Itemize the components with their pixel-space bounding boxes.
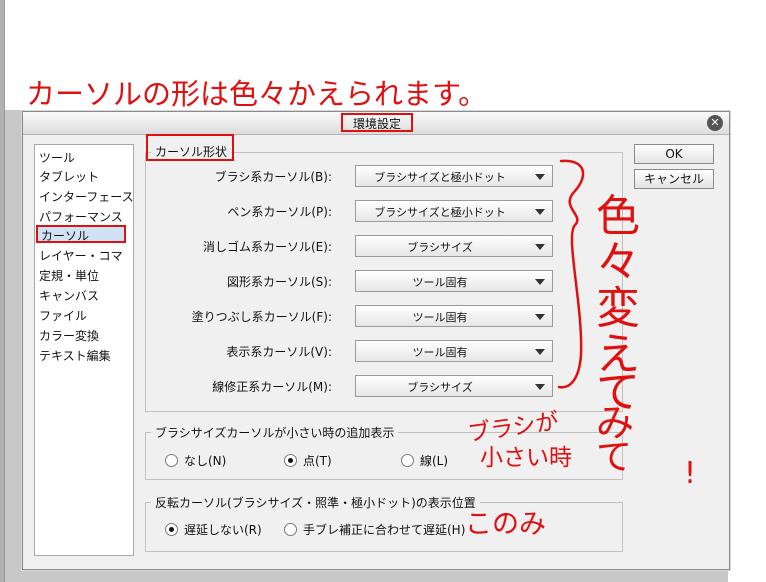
shape-cursor-select[interactable]: ツール固有 xyxy=(355,270,553,292)
dropdown-arrow-icon xyxy=(535,384,545,390)
annotation-small-brush-2: 小さい時 xyxy=(480,445,572,471)
legend-highlight-box xyxy=(146,134,234,161)
category-item-canvas[interactable]: キャンバス xyxy=(39,287,99,304)
radio-line[interactable] xyxy=(401,454,414,467)
view-cursor-label: 表示系カーソル(V): xyxy=(226,345,332,359)
select-value: ブラシサイズ xyxy=(407,241,473,254)
canvas-area-right xyxy=(728,110,766,582)
annotation-headline: カーソルの形は色々かえられます。 xyxy=(26,77,488,111)
dropdown-arrow-icon xyxy=(535,209,545,215)
category-item-performance[interactable]: パフォーマンス xyxy=(39,208,123,225)
line-correction-cursor-select[interactable]: ブラシサイズ xyxy=(355,375,553,397)
dropdown-arrow-icon xyxy=(535,279,545,285)
view-cursor-select[interactable]: ツール固有 xyxy=(355,340,553,362)
radio-line-label: 線(L) xyxy=(420,454,449,468)
category-item-tool[interactable]: ツール xyxy=(39,149,75,166)
radio-dot-label: 点(T) xyxy=(303,454,332,468)
select-value: ツール固有 xyxy=(412,276,468,289)
category-item-ruler-unit[interactable]: 定規・単位 xyxy=(39,267,99,284)
select-value: ブラシサイズと極小ドット xyxy=(374,171,506,184)
dropdown-arrow-icon xyxy=(535,349,545,355)
fill-cursor-select[interactable]: ツール固有 xyxy=(355,305,553,327)
close-icon[interactable]: ✕ xyxy=(707,115,723,131)
dropdown-arrow-icon xyxy=(535,314,545,320)
ok-button[interactable]: OK xyxy=(634,144,714,164)
brush-cursor-select[interactable]: ブラシサイズと極小ドット xyxy=(355,165,553,187)
radio-none[interactable] xyxy=(165,454,178,467)
dropdown-arrow-icon xyxy=(535,244,545,250)
small-brush-legend: ブラシサイズカーソルが小さい時の追加表示 xyxy=(151,424,399,441)
radio-no-delay[interactable] xyxy=(165,523,178,536)
select-value: ツール固有 xyxy=(412,311,468,324)
radio-none-label: なし(N) xyxy=(184,454,227,468)
dialog-titlebar[interactable]: 環境設定 ✕ xyxy=(23,112,729,135)
select-value: ブラシサイズ xyxy=(407,381,473,394)
annotation-brace xyxy=(557,159,585,389)
eraser-cursor-select[interactable]: ブラシサイズ xyxy=(355,235,553,257)
pen-cursor-select[interactable]: ブラシサイズと極小ドット xyxy=(355,200,553,222)
radio-delay-stabilize-label: 手ブレ補正に合わせて遅延(H) xyxy=(303,523,466,537)
radio-delay-stabilize[interactable] xyxy=(284,523,297,536)
select-value: ブラシサイズと極小ドット xyxy=(374,206,506,219)
pen-cursor-label: ペン系カーソル(P): xyxy=(227,205,332,219)
category-item-color-conversion[interactable]: カラー変換 xyxy=(39,327,99,344)
shape-cursor-label: 図形系カーソル(S): xyxy=(226,275,332,289)
category-item-file[interactable]: ファイル xyxy=(39,307,87,324)
dropdown-arrow-icon xyxy=(535,174,545,180)
category-item-tablet[interactable]: タブレット xyxy=(39,168,99,185)
category-item-text-edit[interactable]: テキスト編集 xyxy=(39,347,111,364)
cancel-button[interactable]: キャンセル xyxy=(634,169,714,189)
category-item-layer-frame[interactable]: レイヤー・コマ xyxy=(39,247,123,264)
annotation-vertical-7: て xyxy=(596,437,633,478)
invert-cursor-legend: 反転カーソル(ブラシサイズ・照準・極小ドット)の表示位置 xyxy=(151,494,480,511)
radio-no-delay-label: 遅延しない(R) xyxy=(184,523,262,537)
title-highlight-box xyxy=(341,113,413,132)
category-list: ツール タブレット インターフェース パフォーマンス カーソル レイヤー・コマ … xyxy=(34,144,134,556)
annotation-vertical-8: ! xyxy=(684,456,697,491)
eraser-cursor-label: 消しゴム系カーソル(E): xyxy=(203,240,332,254)
fill-cursor-label: 塗りつぶし系カーソル(F): xyxy=(191,310,332,324)
line-correction-cursor-label: 線修正系カーソル(M): xyxy=(212,380,332,394)
select-value: ツール固有 xyxy=(412,346,468,359)
brush-cursor-label: ブラシ系カーソル(B): xyxy=(214,170,332,184)
category-item-interface[interactable]: インターフェース xyxy=(39,188,134,205)
category-item-cursor[interactable]: カーソル xyxy=(36,225,126,243)
annotation-only: このみ xyxy=(465,509,546,540)
radio-dot[interactable] xyxy=(284,454,297,467)
